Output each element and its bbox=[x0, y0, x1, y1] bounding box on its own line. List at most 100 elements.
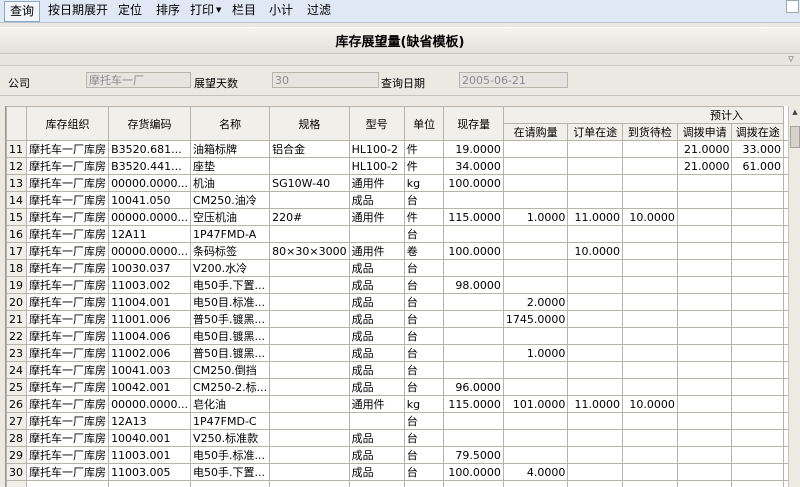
cell-onhand[interactable] bbox=[443, 310, 504, 328]
cell-tr-req[interactable] bbox=[676, 327, 733, 345]
cell-org[interactable]: 摩托车一厂库房 bbox=[26, 208, 110, 226]
cell-model[interactable]: 成品 bbox=[348, 463, 405, 481]
cell-code[interactable]: 10041.003 bbox=[108, 361, 192, 379]
cell-spec[interactable]: 220# bbox=[269, 208, 350, 226]
col-header-name[interactable]: 名称 bbox=[190, 106, 271, 141]
cell-model[interactable]: 通用件 bbox=[348, 174, 405, 192]
cell-spec[interactable] bbox=[269, 344, 350, 362]
cell-code[interactable]: 11004.006 bbox=[108, 327, 192, 345]
cell-tr-req[interactable] bbox=[676, 429, 733, 447]
menu-columns[interactable]: 栏目 bbox=[227, 0, 261, 21]
cell-name[interactable]: 座垫 bbox=[190, 157, 271, 175]
cell-tr-transit[interactable] bbox=[731, 378, 784, 396]
cell-pr[interactable] bbox=[502, 327, 569, 345]
col-header-code[interactable]: 存货编码 bbox=[108, 106, 192, 141]
cell-org[interactable]: 摩托车一厂库房 bbox=[26, 463, 110, 481]
col-header-purchase-request[interactable]: 在请购量 bbox=[502, 123, 569, 141]
cell-name[interactable]: 条码标签 bbox=[190, 242, 271, 260]
cell-spec[interactable] bbox=[269, 191, 350, 209]
cell-onhand[interactable] bbox=[443, 429, 504, 447]
cell-spec[interactable] bbox=[269, 293, 350, 311]
cell-tr-transit[interactable] bbox=[731, 463, 784, 481]
menu-query[interactable]: 查询 bbox=[4, 1, 41, 22]
cell-spec[interactable] bbox=[269, 259, 350, 277]
cell-tr-req[interactable] bbox=[676, 361, 733, 379]
cell-code[interactable]: 10042.001 bbox=[108, 378, 192, 396]
menu-filter[interactable]: 过滤 bbox=[302, 0, 336, 21]
cell-name[interactable]: 皂化油 bbox=[190, 395, 271, 413]
col-header-transfer-in-transit[interactable]: 调拨在途 bbox=[731, 123, 784, 141]
cell-onhand[interactable]: 100.0000 bbox=[443, 463, 504, 481]
cell-unit[interactable]: 台 bbox=[403, 327, 445, 345]
cell-code[interactable]: 00000.0000... bbox=[108, 208, 192, 226]
cell-inspect[interactable] bbox=[621, 191, 678, 209]
cell-name[interactable]: 机油 bbox=[190, 174, 271, 192]
cell-name[interactable]: 普50目.镀黑... bbox=[190, 344, 271, 362]
cell-spec[interactable] bbox=[269, 429, 350, 447]
cell-model[interactable]: 成品 bbox=[348, 361, 405, 379]
cell-inspect[interactable] bbox=[621, 174, 678, 192]
cell-tr-req[interactable] bbox=[676, 191, 733, 209]
cell-code[interactable]: B3520.681... bbox=[108, 140, 192, 158]
col-header-org[interactable]: 库存组织 bbox=[26, 106, 110, 141]
cell-code[interactable]: 11003.005 bbox=[108, 463, 192, 481]
cell-onhand[interactable]: 115.0000 bbox=[443, 208, 504, 226]
cell-onhand[interactable] bbox=[443, 225, 504, 243]
cell-org[interactable]: 摩托车一厂库房 bbox=[26, 327, 110, 345]
cell-po[interactable] bbox=[567, 446, 623, 464]
cell-onhand[interactable]: 98.0000 bbox=[443, 276, 504, 294]
cell-spec[interactable] bbox=[269, 276, 350, 294]
cell-org[interactable]: 摩托车一厂库房 bbox=[26, 157, 110, 175]
cell-code[interactable]: 12A11 bbox=[108, 225, 192, 243]
cell-code[interactable]: 00000.0000... bbox=[108, 395, 192, 413]
cell-inspect[interactable] bbox=[621, 327, 678, 345]
cell-org[interactable]: 摩托车一厂库房 bbox=[26, 361, 110, 379]
cell-name[interactable]: CM250.油冷 bbox=[190, 191, 271, 209]
cell-inspect[interactable] bbox=[621, 310, 678, 328]
menu-locate[interactable]: 定位 bbox=[113, 0, 147, 21]
cell-tr-req[interactable] bbox=[676, 446, 733, 464]
cell-spec[interactable] bbox=[269, 327, 350, 345]
cell-code[interactable]: 10030.037 bbox=[108, 259, 192, 277]
query-date-field[interactable]: 2005-06-21 bbox=[459, 72, 568, 88]
cell-tr-transit[interactable] bbox=[731, 344, 784, 362]
cell-unit[interactable]: 台 bbox=[403, 259, 445, 277]
cell-unit[interactable]: 台 bbox=[403, 412, 445, 430]
cell-tr-req[interactable] bbox=[676, 259, 733, 277]
cell-po[interactable] bbox=[567, 276, 623, 294]
cell-model[interactable]: 成品 bbox=[348, 259, 405, 277]
cell-unit[interactable]: 台 bbox=[403, 276, 445, 294]
cell-po[interactable] bbox=[567, 361, 623, 379]
table-row[interactable]: 20 摩托车一厂库房 11004.001 电50目.标准... 成品台 2.0000 bbox=[6, 293, 789, 311]
table-row[interactable]: 23 摩托车一厂库房 11002.006 普50目.镀黑... 成品台 1.0000 bbox=[6, 344, 789, 362]
cell-onhand[interactable]: 79.5000 bbox=[443, 446, 504, 464]
cell-code[interactable]: 12A13 bbox=[108, 412, 192, 430]
cell-name[interactable]: 电50目.镀黑... bbox=[190, 327, 271, 345]
cell-po[interactable] bbox=[567, 412, 623, 430]
table-row[interactable]: 22 摩托车一厂库房 11004.006 电50目.镀黑... 成品台 bbox=[6, 327, 789, 345]
cell-tr-req[interactable] bbox=[676, 344, 733, 362]
cell-unit[interactable]: 台 bbox=[403, 191, 445, 209]
collapse-arrow-icon[interactable]: ▽ bbox=[784, 56, 798, 63]
cell-code[interactable]: 11001.006 bbox=[108, 310, 192, 328]
cell-model[interactable]: 通用件 bbox=[348, 208, 405, 226]
cell-tr-transit[interactable] bbox=[731, 174, 784, 192]
cell-tr-transit[interactable]: 33.000 bbox=[731, 140, 784, 158]
cell-inspect[interactable] bbox=[621, 259, 678, 277]
cell-spec[interactable] bbox=[269, 361, 350, 379]
cell-inspect[interactable] bbox=[621, 140, 678, 158]
cell-po[interactable] bbox=[567, 174, 623, 192]
cell-name[interactable]: V200.水冷 bbox=[190, 259, 271, 277]
col-header-spec[interactable]: 规格 bbox=[269, 106, 350, 141]
cell-org[interactable]: 摩托车一厂库房 bbox=[26, 140, 110, 158]
cell-model[interactable]: 成品 bbox=[348, 429, 405, 447]
cell-tr-transit[interactable] bbox=[731, 429, 784, 447]
cell-pr[interactable]: 101.0000 bbox=[502, 395, 569, 413]
cell-pr[interactable] bbox=[502, 412, 569, 430]
cell-spec[interactable] bbox=[269, 395, 350, 413]
cell-inspect[interactable] bbox=[621, 361, 678, 379]
cell-po[interactable]: 11.0000 bbox=[567, 395, 623, 413]
cell-inspect[interactable] bbox=[621, 429, 678, 447]
cell-pr[interactable] bbox=[502, 157, 569, 175]
vertical-scrollbar[interactable]: ▲ bbox=[788, 106, 800, 487]
